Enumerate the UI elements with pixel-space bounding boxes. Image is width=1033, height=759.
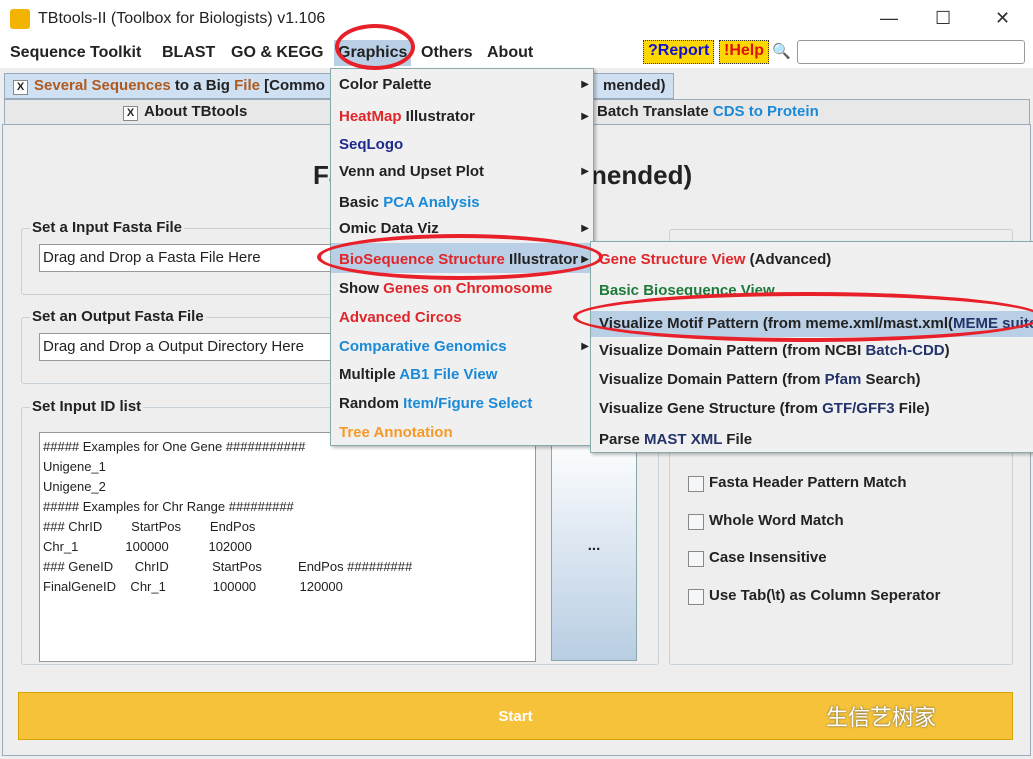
menu-item[interactable]: Visualize Gene Structure (from GTF/GFF3 … xyxy=(599,400,930,417)
tab-label: [Commo xyxy=(259,77,325,94)
menu-item[interactable]: Show Genes on Chromosome xyxy=(339,280,552,297)
menu-item[interactable]: Parse MAST XML File xyxy=(599,431,752,448)
browse-button[interactable]: ... xyxy=(551,435,637,661)
menu-item-label: MAST XML xyxy=(644,431,723,448)
annotation-circle xyxy=(317,234,603,280)
annotation-circle xyxy=(335,24,415,70)
menu-item-label: PCA Analysis xyxy=(383,194,480,211)
menu-item-label: Visualize Domain Pattern (from xyxy=(599,371,825,388)
id-list-textarea[interactable]: ##### Examples for One Gene ########### … xyxy=(39,432,536,662)
menu-item[interactable]: Venn and Upset Plot xyxy=(339,163,484,180)
menu-item-label: AB1 File View xyxy=(399,366,498,383)
submenu-arrow-icon: ▶ xyxy=(581,166,589,177)
page-title-right: nended) xyxy=(591,160,693,190)
tab-label: Batch Translate xyxy=(597,103,713,120)
menu-item-label: Batch-CDD xyxy=(865,342,945,359)
menu-item-label: Illustrator xyxy=(401,108,475,125)
menu-item-label: Color Palette xyxy=(339,76,432,93)
report-button[interactable]: ?Report xyxy=(643,40,715,64)
menu-item-label: Item/Figure Select xyxy=(403,395,533,412)
tab-label: to a Big xyxy=(170,77,235,94)
option-label: Fasta Header Pattern Match xyxy=(709,474,907,491)
checkbox-case-insensitive[interactable] xyxy=(688,551,704,567)
menu-item[interactable]: Tree Annotation xyxy=(339,424,453,441)
menu-item-label: Basic xyxy=(339,194,384,211)
input-fasta-label: Set a Input Fasta File xyxy=(30,219,185,236)
menu-item[interactable]: Comparative Genomics xyxy=(339,338,507,355)
menu-item-label: Random xyxy=(339,395,404,412)
window-title: TBtools-II (Toolbox for Biologists) v1.1… xyxy=(38,10,326,27)
help-button[interactable]: !Help xyxy=(719,40,769,64)
menu-item[interactable]: Visualize Domain Pattern (from NCBI Batc… xyxy=(599,342,950,359)
close-button[interactable]: ✕ xyxy=(995,8,1010,29)
menu-item[interactable]: Visualize Domain Pattern (from Pfam Sear… xyxy=(599,371,921,388)
maximize-button[interactable]: ☐ xyxy=(935,8,951,29)
menu-item-label: Genes on Chromosome xyxy=(383,280,553,297)
menu-item-label: Show xyxy=(339,280,384,297)
close-tab-icon[interactable]: X xyxy=(13,80,28,95)
menu-item[interactable]: Advanced Circos xyxy=(339,309,462,326)
menu-item[interactable]: SeqLogo xyxy=(339,136,403,153)
tab-label: About TBtools xyxy=(144,103,248,120)
menu-item-label: Visualize Gene Structure (from xyxy=(599,400,823,417)
tab-label: CDS to Protein xyxy=(712,103,819,120)
app-logo-icon xyxy=(10,9,30,29)
title-bar: TBtools-II (Toolbox for Biologists) v1.1… xyxy=(0,0,1033,38)
menu-item[interactable]: HeatMap Illustrator xyxy=(339,108,475,125)
checkbox-use-tab[interactable] xyxy=(688,589,704,605)
minimize-button[interactable]: — xyxy=(880,8,898,29)
menu-item[interactable]: Random Item/Figure Select xyxy=(339,395,532,412)
menu-item-label: Visualize Domain Pattern (from NCBI xyxy=(599,342,866,359)
tab-label: Several Sequences xyxy=(34,77,171,94)
tab-label: File xyxy=(234,77,260,94)
menu-item-label: Venn and Upset Plot xyxy=(339,163,485,180)
menu-item-label: GTF/GFF3 xyxy=(822,400,895,417)
output-fasta-label: Set an Output Fasta File xyxy=(30,308,206,325)
menu-item[interactable]: Gene Structure View (Advanced) xyxy=(599,251,831,268)
menu-item-label: HeatMap xyxy=(339,108,402,125)
menu-sequence-toolkit[interactable]: Sequence Toolkit xyxy=(10,44,141,62)
id-list-label: Set Input ID list xyxy=(30,398,144,415)
menu-item-label: Parse xyxy=(599,431,645,448)
option-label: Whole Word Match xyxy=(709,512,844,529)
tab-about-tbtools[interactable]: X About TBtools xyxy=(123,103,247,121)
menu-others[interactable]: Others xyxy=(421,44,473,62)
option-label: Use Tab(\t) as Column Seperator xyxy=(709,587,941,604)
submenu-arrow-icon: ▶ xyxy=(581,111,589,122)
menu-item[interactable]: Color Palette xyxy=(339,76,432,93)
menu-item-label: Tree Annotation xyxy=(339,424,453,441)
menu-item-label: Comparative Genomics xyxy=(339,338,507,355)
search-input[interactable] xyxy=(797,40,1025,64)
annotation-circle xyxy=(573,292,1033,342)
watermark: 生信艺树家 xyxy=(826,705,937,730)
menu-item[interactable]: Basic PCA Analysis xyxy=(339,194,480,211)
menu-item-label: SeqLogo xyxy=(339,136,404,153)
menu-item-label: Multiple xyxy=(339,366,400,383)
menu-about[interactable]: About xyxy=(487,44,533,62)
checkbox-whole-word[interactable] xyxy=(688,514,704,530)
menu-item-label: Advanced Circos xyxy=(339,309,462,326)
tab-label-end: mended) xyxy=(603,77,666,94)
menu-item-label: Gene Structure View xyxy=(599,251,746,268)
option-label: Case Insensitive xyxy=(709,549,827,566)
output-fasta-field[interactable]: Drag and Drop a Output Directory Here xyxy=(39,333,339,361)
menu-item-label: (Advanced) xyxy=(745,251,832,268)
tab-batch-translate[interactable]: Batch Translate CDS to Protein xyxy=(597,103,819,120)
menu-go-kegg[interactable]: GO & KEGG xyxy=(231,44,323,62)
checkbox-fasta-header[interactable] xyxy=(688,476,704,492)
menu-item-label: Pfam xyxy=(824,371,862,388)
biosequence-submenu: Gene Structure View (Advanced) Basic Bios… xyxy=(590,241,1033,453)
close-tab-icon[interactable]: X xyxy=(123,106,138,121)
submenu-arrow-icon: ▶ xyxy=(581,223,589,234)
menu-item-label: Search) xyxy=(861,371,921,388)
menu-item[interactable]: Multiple AB1 File View xyxy=(339,366,497,383)
menu-item-label: ) xyxy=(944,342,950,359)
menu-item-label: File xyxy=(722,431,753,448)
input-fasta-field[interactable]: Drag and Drop a Fasta File Here xyxy=(39,244,339,272)
submenu-arrow-icon: ▶ xyxy=(581,341,589,352)
menu-item-label: File) xyxy=(894,400,930,417)
menu-blast[interactable]: BLAST xyxy=(162,44,215,62)
search-icon: 🔍 xyxy=(772,43,791,60)
submenu-arrow-icon: ▶ xyxy=(581,79,589,90)
